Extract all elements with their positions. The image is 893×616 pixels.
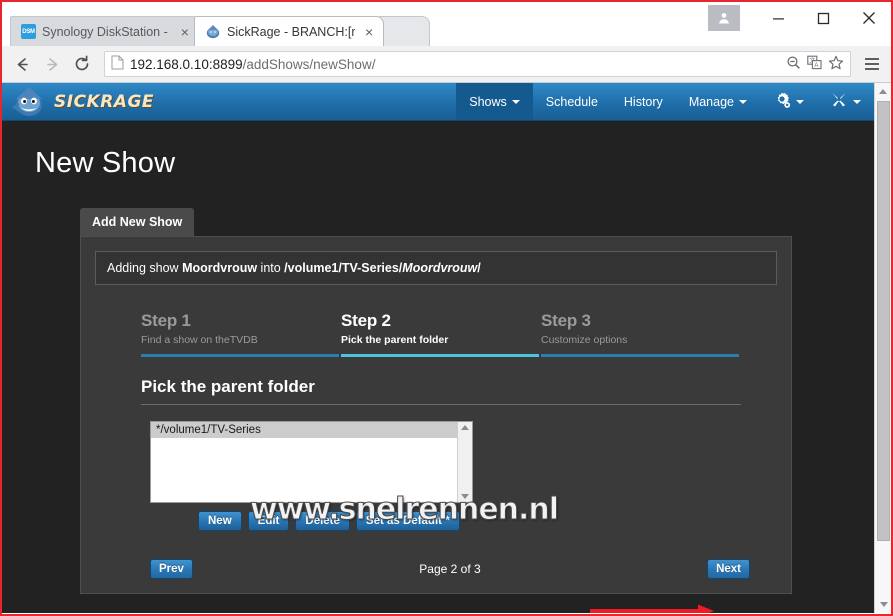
alert-show-name: Moordvrouw	[182, 261, 258, 275]
browser-viewport: SICKRAGE Shows Schedule History Manage N…	[2, 83, 891, 613]
sickrage-logo[interactable]: SICKRAGE	[10, 83, 154, 121]
wizard-step-1[interactable]: Step 1 Find a show on theTVDB	[141, 311, 341, 357]
nav-item-history[interactable]: History	[611, 83, 676, 120]
tab-label: Add New Show	[92, 215, 183, 229]
shark-icon	[205, 24, 221, 40]
wizard-pager: Prev Page 2 of 3 Next	[150, 559, 750, 579]
page-indicator: Page 2 of 3	[419, 562, 481, 576]
brand-text: SICKRAGE	[54, 92, 155, 112]
gear-icon	[773, 91, 791, 112]
step-title: Step 3	[541, 311, 591, 330]
sickrage-navbar: SICKRAGE Shows Schedule History Manage	[2, 83, 874, 121]
browser-tab-synology[interactable]: DSM Synology DiskStation - NA ×	[10, 16, 200, 46]
profile-button[interactable]	[708, 5, 740, 31]
chevron-down-icon	[796, 99, 804, 104]
page-title: New Show	[35, 147, 176, 179]
list-item[interactable]: */volume1/TV-Series	[151, 422, 472, 438]
step-progress-bar	[541, 354, 739, 357]
alert-path-show: Moordvrouw	[402, 261, 478, 275]
nav-label: Schedule	[545, 94, 598, 109]
wizard-step-3[interactable]: Step 3 Customize options	[541, 311, 741, 357]
alert-path-suffix: /	[477, 261, 481, 275]
alert-path-root: /volume1/TV-Series/	[284, 261, 403, 275]
tab-title: SickRage - BRANCH:[mast	[227, 24, 355, 39]
step-progress-bar	[341, 354, 539, 357]
document-icon	[111, 55, 124, 73]
step-title: Step 1	[141, 311, 191, 330]
wizard-steps: Step 1 Find a show on theTVDB Step 2 Pic…	[141, 311, 741, 357]
wizard-step-2[interactable]: Step 2 Pick the parent folder	[341, 311, 541, 357]
submit-row: Add Show	[80, 594, 792, 613]
parent-folder-listbox[interactable]: */volume1/TV-Series	[150, 421, 473, 503]
back-button[interactable]	[8, 50, 36, 78]
tools-icon	[830, 91, 848, 112]
url-path: /addShows/newShow/	[242, 56, 376, 72]
ui-tab-bar: Add New Show	[80, 208, 874, 236]
new-tab-button[interactable]	[378, 16, 430, 46]
nav-item-schedule[interactable]: Schedule	[533, 83, 611, 120]
url-host: 192.168.0.10:8899	[130, 56, 243, 72]
browser-toolbar: 192.168.0.10:8899/addShows/newShow/ 文 A	[2, 46, 891, 83]
nav-item-manage[interactable]: Manage	[676, 83, 760, 120]
url-text: 192.168.0.10:8899/addShows/newShow/	[130, 57, 780, 72]
section-title: Pick the parent folder	[141, 377, 741, 405]
edit-folder-button[interactable]: Edit	[247, 511, 290, 531]
scroll-up-icon[interactable]	[875, 83, 891, 100]
step-desc: Customize options	[541, 334, 628, 346]
nav-item-shows[interactable]: Shows	[456, 83, 533, 120]
alert-prefix: Adding show	[107, 261, 183, 275]
reload-button[interactable]	[68, 50, 96, 78]
new-folder-button[interactable]: New	[198, 511, 242, 531]
add-show-panel: Adding show Moordvrouw into /volume1/TV-…	[80, 236, 792, 594]
forward-button[interactable]	[38, 50, 66, 78]
nav-label: Shows	[469, 94, 507, 109]
close-button[interactable]	[846, 3, 891, 33]
translate-icon[interactable]: 文 A	[807, 55, 822, 73]
step-desc: Pick the parent folder	[341, 334, 449, 346]
scroll-down-icon[interactable]	[461, 494, 469, 499]
chevron-down-icon	[853, 99, 861, 104]
step-progress-bar	[141, 354, 339, 357]
close-icon[interactable]: ×	[179, 25, 191, 39]
omnibox-icons: 文 A	[786, 55, 844, 74]
browser-window: DSM Synology DiskStation - NA × SickRage…	[0, 0, 893, 616]
folder-action-buttons: New Edit Delete Set as Default *	[198, 511, 777, 531]
dsm-icon: DSM	[21, 24, 36, 39]
svg-text:A: A	[814, 63, 818, 69]
parent-folder-picker: */volume1/TV-Series New Edit Delete Set …	[150, 421, 777, 531]
nav-item-tools[interactable]	[817, 83, 874, 120]
browser-tab-sickrage[interactable]: SickRage - BRANCH:[mast ×	[194, 16, 384, 46]
chevron-down-icon	[739, 99, 747, 104]
hamburger-menu-icon[interactable]	[859, 50, 885, 78]
zoom-out-icon[interactable]	[786, 55, 801, 73]
nav-item-config[interactable]	[760, 83, 817, 120]
tab-title: Synology DiskStation - NA	[42, 24, 171, 39]
step-title: Step 2	[341, 311, 391, 330]
set-as-default-button[interactable]: Set as Default *	[355, 511, 460, 531]
delete-folder-button[interactable]: Delete	[295, 511, 350, 531]
page-content: New Show Add New Show Adding show Moordv…	[2, 121, 874, 613]
scrollbar-thumb[interactable]	[877, 101, 890, 541]
step-desc: Find a show on theTVDB	[141, 334, 258, 346]
listbox-scrollbar[interactable]	[457, 422, 472, 502]
close-icon[interactable]: ×	[363, 25, 375, 39]
alert-middle: into	[257, 261, 285, 275]
web-page: SICKRAGE Shows Schedule History Manage N…	[2, 83, 874, 613]
adding-show-banner: Adding show Moordvrouw into /volume1/TV-…	[95, 251, 777, 285]
star-icon[interactable]	[828, 55, 844, 74]
chevron-down-icon	[511, 99, 520, 104]
window-controls	[708, 2, 891, 34]
minimize-button[interactable]	[756, 3, 801, 33]
tab-add-new-show[interactable]: Add New Show	[80, 208, 195, 236]
shark-mascot-icon	[12, 87, 42, 116]
scroll-up-icon[interactable]	[461, 425, 469, 430]
next-button[interactable]: Next	[707, 559, 750, 579]
nav-label: Manage	[688, 94, 734, 109]
maximize-button[interactable]	[801, 3, 846, 33]
tab-strip: DSM Synology DiskStation - NA × SickRage…	[2, 2, 891, 46]
nav-label: History	[623, 94, 663, 109]
scroll-down-icon[interactable]	[875, 596, 891, 613]
page-scrollbar[interactable]	[874, 83, 891, 613]
address-bar[interactable]: 192.168.0.10:8899/addShows/newShow/ 文 A	[104, 51, 851, 77]
